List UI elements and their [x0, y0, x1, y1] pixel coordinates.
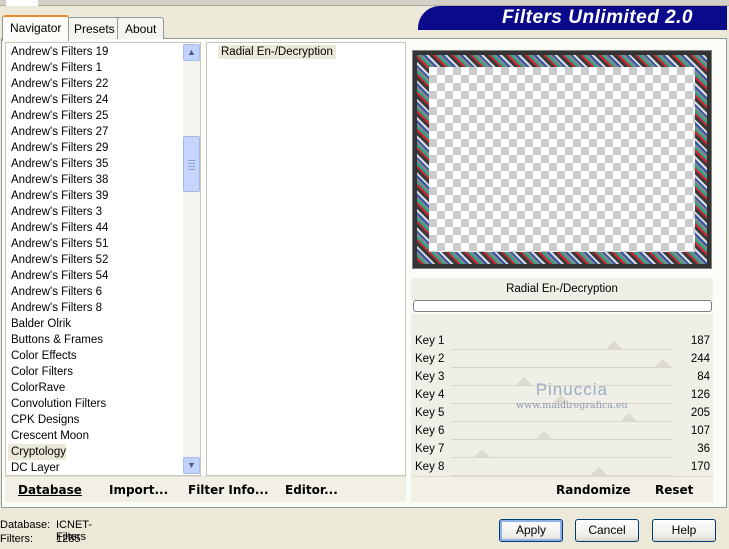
database-button[interactable]: Database: [18, 483, 82, 497]
filter-info-button[interactable]: Filter Info...: [188, 483, 269, 497]
key-row[interactable]: Key 8 170: [411, 458, 713, 476]
list-item[interactable]: Andrew's Filters 24: [6, 92, 200, 108]
key-label: Key 7: [415, 443, 445, 455]
list-item[interactable]: Buttons & Frames: [6, 332, 200, 348]
key-row[interactable]: Key 1 187: [411, 332, 713, 350]
progress-bar: [413, 300, 712, 312]
scroll-up-icon[interactable]: ▲: [183, 44, 200, 61]
category-scrollbar[interactable]: ▲ ▼: [183, 44, 200, 474]
key-row[interactable]: Key 6 107: [411, 422, 713, 440]
list-item[interactable]: Andrew's Filters 39: [6, 188, 200, 204]
key-value: 205: [690, 407, 710, 419]
help-button[interactable]: Help: [652, 519, 716, 542]
category-list[interactable]: Andrew's Filters 19 Andrew's Filters 1 And…: [5, 42, 201, 476]
filter-item-selected[interactable]: Radial En-/Decryption: [218, 45, 336, 59]
editor-button[interactable]: Editor...: [285, 483, 338, 497]
key-slider-thumb[interactable]: [536, 431, 553, 439]
list-item[interactable]: Andrew's Filters 27: [6, 124, 200, 140]
key-row[interactable]: Key 2 244: [411, 350, 713, 368]
list-item[interactable]: Cryptology: [8, 444, 66, 460]
key-slider-thumb[interactable]: [655, 359, 672, 367]
tab-presets[interactable]: Presets: [66, 17, 123, 39]
key-row[interactable]: Key 7 36: [411, 440, 713, 458]
list-item[interactable]: Andrew's Filters 1: [6, 60, 200, 76]
key-value: 36: [697, 443, 710, 455]
list-item[interactable]: Andrew's Filters 3: [6, 204, 200, 220]
key-slider-thumb[interactable]: [621, 413, 638, 421]
list-item[interactable]: Andrew's Filters 52: [6, 252, 200, 268]
preview-frame: [412, 50, 712, 269]
status-filters: Filters: 1285: [0, 533, 81, 545]
list-item[interactable]: Andrew's Filters 25: [6, 108, 200, 124]
list-item[interactable]: Andrew's Filters 8: [6, 300, 200, 316]
cancel-button[interactable]: Cancel: [575, 519, 639, 542]
import-button[interactable]: Import...: [109, 483, 168, 497]
bottom-left-bar: Database Import... Filter Info... Editor…: [5, 476, 406, 502]
list-item[interactable]: CPK Designs: [6, 412, 200, 428]
key-label: Key 3: [415, 371, 445, 383]
list-item[interactable]: Andrew's Filters 54: [6, 268, 200, 284]
filter-list[interactable]: Radial En-/Decryption: [206, 42, 406, 476]
list-item[interactable]: Andrew's Filters 35: [6, 156, 200, 172]
selected-filter-name: Radial En-/Decryption: [411, 278, 713, 300]
key-label: Key 8: [415, 461, 445, 473]
key-label: Key 5: [415, 407, 445, 419]
randomize-button[interactable]: Randomize: [556, 483, 630, 497]
key-label: Key 2: [415, 353, 445, 365]
key-value: 126: [690, 389, 710, 401]
list-item[interactable]: Andrew's Filters 38: [6, 172, 200, 188]
key-value: 170: [690, 461, 710, 473]
apply-button[interactable]: Apply: [499, 519, 563, 542]
list-item[interactable]: Andrew's Filters 6: [6, 284, 200, 300]
list-item[interactable]: Crescent Moon: [6, 428, 200, 444]
reset-button[interactable]: Reset: [655, 483, 693, 497]
key-slider-thumb[interactable]: [474, 449, 491, 457]
tab-about[interactable]: About: [117, 17, 165, 39]
tab-navigator[interactable]: Navigator: [2, 15, 70, 41]
key-slider-thumb[interactable]: [516, 377, 533, 385]
key-value: 84: [697, 371, 710, 383]
key-value: 244: [690, 353, 710, 365]
list-item[interactable]: Andrew's Filters 29: [6, 140, 200, 156]
list-item[interactable]: Color Effects: [6, 348, 200, 364]
list-item[interactable]: Andrew's Filters 51: [6, 236, 200, 252]
key-controls: Key 1 187 Key 2 244 Key 3 84 Key 4 126 Key 5 205 K…: [411, 332, 713, 476]
key-slider-thumb[interactable]: [591, 467, 607, 475]
preview-image: [417, 55, 707, 264]
key-row[interactable]: Key 3 84: [411, 368, 713, 386]
list-item[interactable]: DC Layer: [6, 460, 200, 475]
key-value: 107: [690, 425, 710, 437]
key-slider-thumb[interactable]: [605, 341, 622, 349]
scroll-down-icon[interactable]: ▼: [183, 457, 200, 474]
app-banner: Filters Unlimited 2.0: [418, 6, 727, 30]
list-item[interactable]: ColorRave: [6, 380, 200, 396]
key-label: Key 4: [415, 389, 445, 401]
status-database: Database: ICNET-Filters: [0, 519, 93, 543]
key-slider-thumb[interactable]: [552, 395, 569, 403]
key-row[interactable]: Key 4 126: [411, 386, 713, 404]
list-item[interactable]: Andrew's Filters 44: [6, 220, 200, 236]
key-label: Key 6: [415, 425, 445, 437]
key-value: 187: [690, 335, 710, 347]
list-item[interactable]: Andrew's Filters 19: [6, 44, 200, 60]
key-label: Key 1: [415, 335, 445, 347]
scroll-thumb[interactable]: [183, 136, 200, 192]
list-item[interactable]: Balder Olrik: [6, 316, 200, 332]
list-item[interactable]: Convolution Filters: [6, 396, 200, 412]
key-row[interactable]: Key 5 205: [411, 404, 713, 422]
list-item[interactable]: Color Filters: [6, 364, 200, 380]
list-item[interactable]: Andrew's Filters 22: [6, 76, 200, 92]
bottom-right-bar: Randomize Reset: [411, 476, 713, 502]
